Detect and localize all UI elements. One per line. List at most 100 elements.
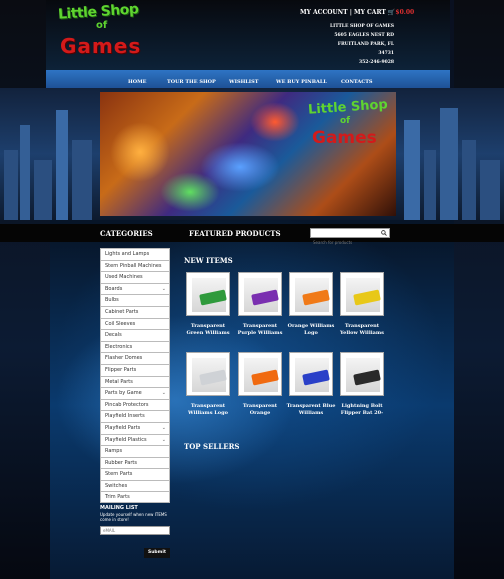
category-item[interactable]: Metal Parts [100, 375, 170, 388]
product-name[interactable]: Transparent Yellow Williams [336, 323, 388, 337]
product-image [353, 289, 381, 306]
product-name[interactable]: Transparent Blue Williams [285, 403, 337, 417]
category-item[interactable]: Ramps [100, 445, 170, 457]
my-cart-link[interactable]: MY CART [354, 9, 386, 16]
category-item[interactable]: Parts by Game ⌄ [100, 387, 170, 399]
building [480, 160, 500, 220]
product-thumbnail[interactable] [186, 352, 230, 396]
chevron-down-icon[interactable]: ⌄ [162, 284, 166, 295]
category-label: Electronics [105, 343, 133, 350]
account-separator: | [349, 9, 352, 16]
product-card[interactable]: Transparent Purple Williams [238, 272, 282, 337]
product-name[interactable]: Lightning Bolt Flipper Bat 20- [336, 403, 388, 417]
building [462, 140, 476, 220]
product-name[interactable]: Transparent Green Williams [182, 323, 234, 337]
product-card[interactable]: Transparent Orange [238, 352, 282, 417]
category-item[interactable]: Rubber Parts [100, 456, 170, 469]
category-item[interactable]: Bulbs [100, 294, 170, 306]
category-label: Lights and Lamps [105, 251, 150, 257]
page: Little Shop of Games MY ACCOUNT | MY CAR… [0, 0, 504, 579]
category-item[interactable]: Lights and Lamps [100, 248, 170, 260]
product-card[interactable]: Transparent Yellow Williams [340, 272, 384, 337]
nav-wishlist[interactable]: WISHLIST [229, 79, 258, 85]
chevron-down-icon[interactable]: ⌄ [162, 435, 166, 446]
category-item[interactable]: Stern Parts [100, 468, 170, 480]
category-label: Stern Pinball Machines [105, 262, 162, 269]
logo-line-3: Games [60, 34, 142, 58]
category-label: Rubber Parts [105, 459, 137, 466]
product-name[interactable]: Transparent Williams Logo [182, 403, 234, 417]
category-item[interactable]: Switches [100, 479, 170, 492]
featured-heading: FEATURED PRODUCTS [189, 229, 281, 238]
search-input[interactable] [311, 238, 379, 247]
product-name[interactable]: Transparent Purple Williams [234, 323, 286, 337]
email-field[interactable] [100, 526, 170, 535]
product-name[interactable]: Transparent Orange [234, 403, 286, 417]
product-image [302, 289, 330, 306]
cart-total[interactable]: $0.00 [395, 9, 414, 16]
product-name[interactable]: Orange Williams Logo [285, 323, 337, 337]
category-item[interactable]: Electronics [100, 340, 170, 353]
product-thumbnail[interactable] [340, 272, 384, 316]
category-item[interactable]: Stern Pinball Machines [100, 259, 170, 272]
building [56, 110, 68, 220]
product-thumbnail[interactable] [238, 272, 282, 316]
category-item[interactable]: Playfield Parts ⌄ [100, 421, 170, 434]
category-label: Parts by Game [105, 390, 142, 397]
category-item[interactable]: Pincab Protectors [100, 398, 170, 411]
product-card[interactable]: Transparent Williams Logo [186, 352, 230, 417]
product-thumbnail[interactable] [289, 272, 333, 316]
category-item[interactable]: Playfield Plastics ⌄ [100, 433, 170, 446]
category-label: Stern Parts [105, 471, 133, 478]
product-image [251, 289, 279, 306]
category-label: Bulbs [105, 297, 119, 304]
nav-contacts[interactable]: CONTACTS [341, 79, 373, 85]
category-label: Cabinet Parts [105, 308, 139, 315]
category-label: Ramps [105, 448, 123, 455]
nav-tour-the-shop[interactable]: TOUR THE SHOP [167, 79, 216, 85]
my-account-link[interactable]: MY ACCOUNT [300, 9, 348, 16]
product-thumbnail[interactable] [340, 352, 384, 396]
product-thumbnail[interactable] [186, 272, 230, 316]
product-card[interactable]: Lightning Bolt Flipper Bat 20- [340, 352, 384, 417]
product-card[interactable]: Transparent Green Williams [186, 272, 230, 337]
building [4, 150, 18, 220]
product-thumbnail[interactable] [238, 352, 282, 396]
product-image [199, 369, 227, 386]
search-icon[interactable] [381, 230, 387, 236]
category-item[interactable]: Decals [100, 329, 170, 341]
site-logo[interactable]: Little Shop of Games [56, 1, 156, 64]
new-items-heading: NEW ITEMS [184, 256, 233, 265]
product-image [353, 369, 381, 386]
product-card[interactable]: Transparent Blue Williams [287, 352, 335, 417]
building [404, 120, 420, 220]
nav-home[interactable]: HOME [128, 79, 146, 85]
category-label: Pincab Protectors [105, 401, 149, 408]
top-sellers-heading: TOP SELLERS [184, 442, 240, 451]
category-item[interactable]: Boards ⌄ [100, 282, 170, 295]
category-label: Decals [105, 332, 122, 339]
nav-we-buy-pinball[interactable]: WE BUY PINBALL [276, 79, 327, 85]
hero-light [250, 102, 300, 142]
hero-banner[interactable]: Little Shop of Games [100, 92, 396, 216]
category-item[interactable]: Used Machines [100, 271, 170, 283]
store-phone: 352-246-9028 [358, 60, 394, 65]
logo-line-2: of [96, 20, 108, 31]
category-item[interactable]: Cabinet Parts [100, 305, 170, 318]
category-label: Used Machines [105, 274, 143, 281]
right-shade [454, 0, 504, 579]
category-label: Metal Parts [105, 378, 133, 385]
thumbnail-background [295, 358, 330, 392]
category-item[interactable]: Playfield Inserts [100, 410, 170, 422]
chevron-down-icon[interactable]: ⌄ [162, 388, 166, 399]
product-image [251, 369, 279, 386]
store-street: 5605 EAGLES NEST RD [334, 33, 394, 38]
submit-button[interactable]: Submit [144, 548, 170, 558]
category-item[interactable]: Coil Sleeves [100, 317, 170, 330]
category-item[interactable]: Trim Parts [100, 491, 170, 504]
category-item[interactable]: Flipper Parts [100, 363, 170, 376]
chevron-down-icon[interactable]: ⌄ [162, 423, 166, 434]
product-card[interactable]: Orange Williams Logo [288, 272, 334, 337]
category-item[interactable]: Flasher Domes [100, 352, 170, 364]
product-thumbnail[interactable] [289, 352, 333, 396]
